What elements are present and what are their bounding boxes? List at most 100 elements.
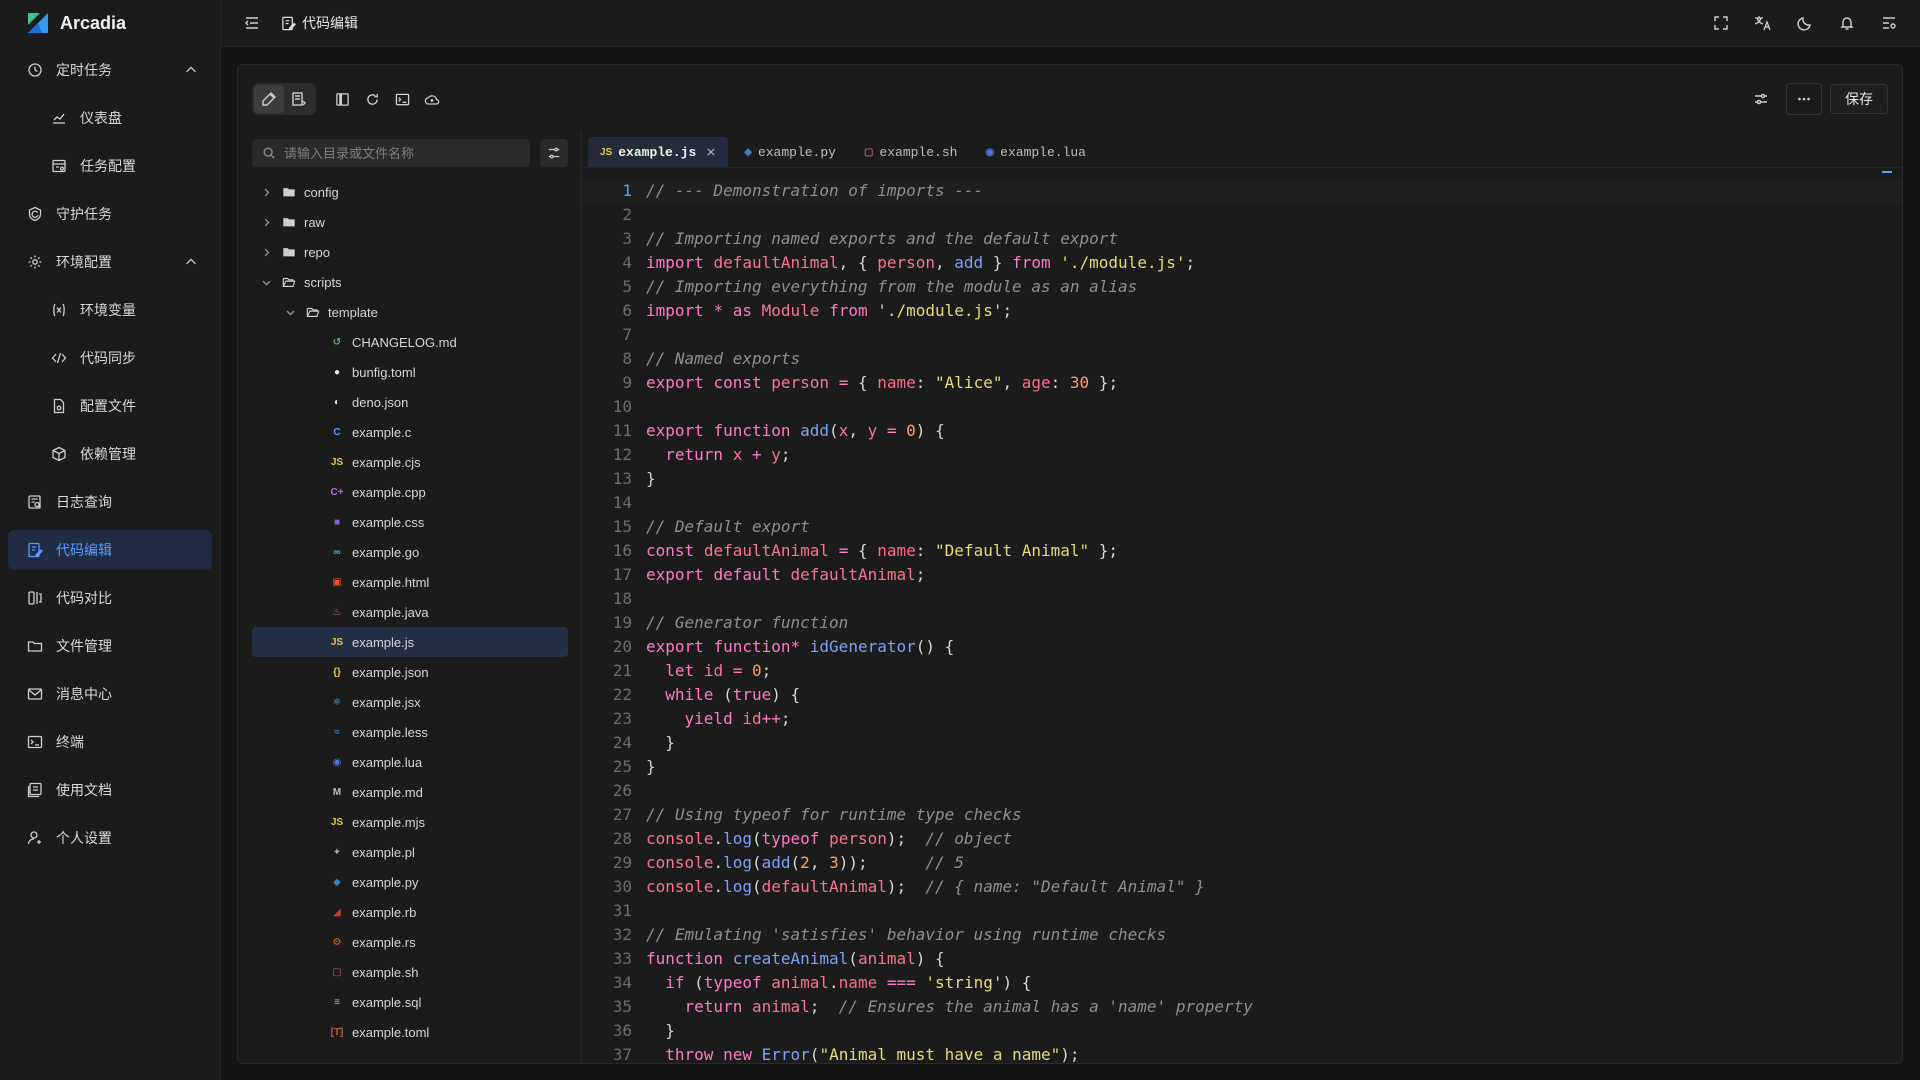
code-line[interactable]: 10 <box>582 395 1902 419</box>
layout-settings-icon[interactable] <box>1876 10 1902 36</box>
code-line[interactable]: 4 import defaultAnimal, { person, add } f… <box>582 251 1902 275</box>
code-line[interactable]: 19 // Generator function <box>582 611 1902 635</box>
sidebar-item[interactable]: 代码对比 <box>0 574 220 622</box>
tree-file[interactable]: ♨ example.java <box>252 597 568 627</box>
sidebar-item[interactable]: 使用文档 <box>0 766 220 814</box>
tree-file[interactable]: JS example.js <box>252 627 568 657</box>
sidebar-item[interactable]: 个人设置 <box>0 814 220 862</box>
translate-icon[interactable] <box>1750 10 1776 36</box>
sidebar-item[interactable]: 定时任务 <box>0 46 220 94</box>
code-line[interactable]: 31 <box>582 899 1902 923</box>
code-line[interactable]: 35 return animal; // Ensures the animal … <box>582 995 1902 1019</box>
edit-mode-icon[interactable] <box>254 85 284 113</box>
tree-file[interactable]: ● bunfig.toml <box>252 357 568 387</box>
code-line[interactable]: 17 export default defaultAnimal; <box>582 563 1902 587</box>
sidebar-item[interactable]: 代码编辑 <box>0 526 220 574</box>
cloud-icon[interactable] <box>420 85 444 113</box>
code-line[interactable]: 21 let id = 0; <box>582 659 1902 683</box>
code-line[interactable]: 7 <box>582 323 1902 347</box>
collapse-menu-icon[interactable] <box>239 10 265 36</box>
code-line[interactable]: 1 // --- Demonstration of imports --- <box>582 179 1902 203</box>
code-line[interactable]: 27 // Using typeof for runtime type check… <box>582 803 1902 827</box>
preview-mode-icon[interactable] <box>284 85 314 113</box>
sidebar-item[interactable]: 代码同步 <box>0 334 220 382</box>
tree-folder[interactable]: raw <box>252 207 568 237</box>
tree-file[interactable]: JS example.cjs <box>252 447 568 477</box>
tree-file[interactable]: ↺ CHANGELOG.md <box>252 327 568 357</box>
code-line[interactable]: 20 export function* idGenerator() { <box>582 635 1902 659</box>
tree-file[interactable]: ▢ example.sh <box>252 957 568 987</box>
code-line[interactable]: 5 // Importing everything from the module… <box>582 275 1902 299</box>
tree-file[interactable]: JS example.mjs <box>252 807 568 837</box>
tree-file[interactable]: ◆ example.py <box>252 867 568 897</box>
code-editor[interactable]: 1// --- Demonstration of imports --- 2 3//… <box>582 179 1902 1063</box>
code-line[interactable]: 12 return x + y; <box>582 443 1902 467</box>
sidebar-item[interactable]: 守护任务 <box>0 190 220 238</box>
more-options-icon[interactable] <box>1786 83 1822 115</box>
tree-folder[interactable]: scripts <box>252 267 568 297</box>
tree-folder[interactable]: config <box>252 177 568 207</box>
code-line[interactable]: 2 <box>582 203 1902 227</box>
code-line[interactable]: 6 import * as Module from './module.js'; <box>582 299 1902 323</box>
tree-filter-icon[interactable] <box>540 139 568 167</box>
sidebar-item[interactable]: 环境变量 <box>0 286 220 334</box>
code-line[interactable]: 9 export const person = { name: "Alice", … <box>582 371 1902 395</box>
tree-file[interactable]: ≡ example.sql <box>252 987 568 1017</box>
tree-file[interactable]: ∞ example.go <box>252 537 568 567</box>
code-line[interactable]: 14 <box>582 491 1902 515</box>
tree-file[interactable]: Mexample.md <box>252 777 568 807</box>
code-line[interactable]: 23 yield id++; <box>582 707 1902 731</box>
tree-search-input[interactable] <box>282 144 526 162</box>
tree-file[interactable]: ◐ deno.json <box>252 387 568 417</box>
scrollbar-marker[interactable] <box>1882 171 1892 173</box>
code-line[interactable]: 11 export function add(x, y = 0) { <box>582 419 1902 443</box>
code-line[interactable]: 3 // Importing named exports and the defa… <box>582 227 1902 251</box>
tree-file[interactable]: ◉ example.lua <box>252 747 568 777</box>
editor-tab[interactable]: ◉ example.lua <box>973 137 1098 167</box>
code-line[interactable]: 33 function createAnimal(animal) { <box>582 947 1902 971</box>
bell-icon[interactable] <box>1834 10 1860 36</box>
code-line[interactable]: 26 <box>582 779 1902 803</box>
sidebar-item[interactable]: 消息中心 <box>0 670 220 718</box>
code-line[interactable]: 22 while (true) { <box>582 683 1902 707</box>
refresh-icon[interactable] <box>360 85 384 113</box>
tree-file[interactable]: ⚙ example.rs <box>252 927 568 957</box>
terminal-icon[interactable] <box>390 85 414 113</box>
editor-tab[interactable]: ◆ example.py <box>732 137 848 167</box>
code-line[interactable]: 30 console.log(defaultAnimal); // { name:… <box>582 875 1902 899</box>
code-line[interactable]: 37 throw new Error("Animal must have a n… <box>582 1043 1902 1063</box>
code-line[interactable]: 24 } <box>582 731 1902 755</box>
sidebar-item[interactable]: 环境配置 <box>0 238 220 286</box>
tree-file[interactable]: C+ example.cpp <box>252 477 568 507</box>
sidebar-item[interactable]: 配置文件 <box>0 382 220 430</box>
close-icon[interactable] <box>706 147 716 157</box>
tree-file[interactable]: ◢ example.rb <box>252 897 568 927</box>
editor-tab[interactable]: ▢ example.sh <box>852 137 969 167</box>
tree-file[interactable]: ⚛ example.jsx <box>252 687 568 717</box>
sidebar-item[interactable]: 任务配置 <box>0 142 220 190</box>
code-line[interactable]: 13} <box>582 467 1902 491</box>
code-line[interactable]: 8 // Named exports <box>582 347 1902 371</box>
sidebar-item[interactable]: 依赖管理 <box>0 430 220 478</box>
tree-folder[interactable]: template <box>252 297 568 327</box>
dark-mode-icon[interactable] <box>1792 10 1818 36</box>
sidebar-item[interactable]: 终端 <box>0 718 220 766</box>
sidebar-item[interactable]: 文件管理 <box>0 622 220 670</box>
tree-folder[interactable]: repo <box>252 237 568 267</box>
tree-file[interactable]: ■ example.css <box>252 507 568 537</box>
code-line[interactable]: 16 const defaultAnimal = { name: "Default… <box>582 539 1902 563</box>
code-line[interactable]: 28 console.log(typeof person); // object <box>582 827 1902 851</box>
code-line[interactable]: 32 // Emulating 'satisfies' behavior usin… <box>582 923 1902 947</box>
editor-settings-icon[interactable] <box>1744 84 1778 114</box>
save-button[interactable]: 保存 <box>1830 84 1888 114</box>
tree-file[interactable]: Cexample.c <box>252 417 568 447</box>
tree-file[interactable]: ≈ example.less <box>252 717 568 747</box>
tree-file[interactable]: ▣ example.html <box>252 567 568 597</box>
editor-tab[interactable]: JS example.js <box>588 137 729 167</box>
code-line[interactable]: 25} <box>582 755 1902 779</box>
code-line[interactable]: 29 console.log(add(2, 3)); // 5 <box>582 851 1902 875</box>
code-line[interactable]: 36 } <box>582 1019 1902 1043</box>
sidebar-item[interactable]: 日志查询 <box>0 478 220 526</box>
tree-file[interactable]: ✦ example.pl <box>252 837 568 867</box>
brand[interactable]: Arcadia <box>0 0 220 46</box>
